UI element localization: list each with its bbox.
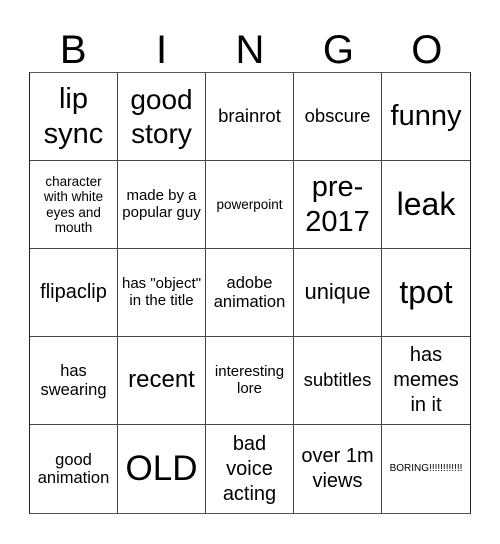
bingo-cell[interactable]: has "object" in the title	[118, 249, 206, 337]
bingo-cell[interactable]: character with white eyes and mouth	[30, 161, 118, 249]
bingo-cell[interactable]: pre-2017	[294, 161, 382, 249]
header-letter-n: N	[235, 28, 265, 72]
bingo-cell[interactable]: powerpoint	[206, 161, 294, 249]
bingo-cell[interactable]: BORING!!!!!!!!!!!!	[382, 425, 470, 513]
bingo-cell[interactable]: tpot	[382, 249, 470, 337]
bingo-cell[interactable]: leak	[382, 161, 470, 249]
header-letter-o: O	[411, 28, 443, 72]
bingo-cell[interactable]: subtitles	[294, 337, 382, 425]
bingo-cell[interactable]: bad voice acting	[206, 425, 294, 513]
bingo-header: B I N G O	[29, 28, 471, 72]
bingo-cell[interactable]: has memes in it	[382, 337, 470, 425]
bingo-cell[interactable]: obscure	[294, 73, 382, 161]
bingo-cell[interactable]: made by a popular guy	[118, 161, 206, 249]
bingo-cell[interactable]: good animation	[30, 425, 118, 513]
bingo-cell[interactable]: interesting lore	[206, 337, 294, 425]
bingo-cell[interactable]: adobe animation	[206, 249, 294, 337]
bingo-cell[interactable]: good story	[118, 73, 206, 161]
bingo-card: lip sync good story brainrot obscure fun…	[29, 72, 471, 514]
bingo-cell[interactable]: over 1m views	[294, 425, 382, 513]
bingo-cell[interactable]: lip sync	[30, 73, 118, 161]
bingo-cell[interactable]: flipaclip	[30, 249, 118, 337]
bingo-cell[interactable]: unique	[294, 249, 382, 337]
header-letter-g: G	[322, 28, 354, 72]
bingo-cell[interactable]: has swearing	[30, 337, 118, 425]
bingo-cell[interactable]: brainrot	[206, 73, 294, 161]
header-letter-b: B	[59, 28, 87, 72]
header-letter-i: I	[156, 28, 168, 72]
bingo-cell[interactable]: funny	[382, 73, 470, 161]
bingo-cell[interactable]: recent	[118, 337, 206, 425]
bingo-cell[interactable]: OLD	[118, 425, 206, 513]
